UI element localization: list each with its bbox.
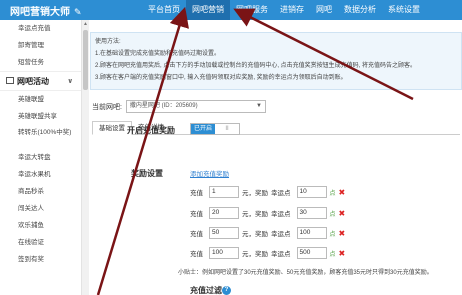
sidebar-item-spin[interactable]: 转转乐(100%中奖) bbox=[0, 125, 81, 149]
chevron-down-icon: ∨ bbox=[67, 78, 73, 85]
nav-analytics[interactable]: 数据分析 bbox=[338, 0, 382, 20]
yuan-reward-text: 元，奖励 bbox=[242, 231, 268, 238]
tab-basic-settings[interactable]: 基础设置 bbox=[92, 121, 132, 135]
sidebar-item-lol[interactable]: 英雄联盟 bbox=[0, 91, 81, 108]
pencil-icon[interactable]: ✎ bbox=[74, 7, 82, 18]
points-unit: 点 bbox=[329, 211, 336, 218]
help-icon[interactable]: ? bbox=[222, 286, 231, 295]
recharge-amount-input[interactable]: 100 bbox=[209, 247, 239, 259]
recharge-amount-input[interactable]: 20 bbox=[209, 207, 239, 219]
delete-icon[interactable]: ✖ bbox=[339, 188, 346, 197]
sidebar-item-consignment[interactable]: 卸寄管理 bbox=[0, 37, 81, 54]
current-netcafe-label: 当前网吧: bbox=[92, 103, 122, 111]
help-line: 使用方法: bbox=[95, 39, 121, 45]
sidebar-item-fishing[interactable]: 欢乐捕鱼 bbox=[0, 217, 81, 234]
toggle-off-state[interactable]: II bbox=[215, 124, 239, 134]
add-recharge-reward-link[interactable]: 添加充值奖励 bbox=[190, 168, 229, 178]
tip-text: 小贴士：例如网吧设置了30元充值奖励、50元充值奖励，顾客充值35元时只得到30… bbox=[178, 270, 433, 276]
lucky-points-text: 幸运点 bbox=[271, 231, 291, 238]
nav-marketing[interactable]: 网吧营销 bbox=[186, 0, 230, 20]
brand-name: 网吧营销大师 bbox=[10, 7, 70, 18]
current-netcafe-select[interactable]: 撒内星网吧 (ID：205609) ▼ bbox=[125, 100, 266, 113]
sidebar-group-label: 网吧活动 bbox=[17, 77, 49, 86]
recharge-text: 充值 bbox=[190, 190, 203, 197]
sidebar-item-wheel[interactable]: 幸运大转盘 bbox=[0, 149, 81, 166]
lucky-points-text: 幸运点 bbox=[271, 190, 291, 197]
recharge-text: 充值 bbox=[190, 231, 203, 238]
yuan-reward-text: 元，奖励 bbox=[242, 251, 268, 258]
points-unit: 点 bbox=[329, 251, 336, 258]
usage-help-box: 使用方法: 1.在基础设置完成充值奖励和充值码过期设置。 2.顾客在网吧充值用奖… bbox=[90, 32, 462, 90]
nav-settings[interactable]: 系统设置 bbox=[382, 0, 426, 20]
reward-row: 充值 50 元，奖励 幸运点 100 点 ✖ bbox=[190, 227, 345, 239]
reward-row: 充值 20 元，奖励 幸运点 30 点 ✖ bbox=[190, 207, 345, 219]
lucky-points-input[interactable]: 30 bbox=[296, 207, 327, 219]
yuan-reward-text: 元，奖励 bbox=[242, 190, 268, 197]
toggle-on-state[interactable]: 已开启 bbox=[191, 124, 215, 134]
gamepad-icon bbox=[6, 77, 14, 85]
yuan-reward-text: 元，奖励 bbox=[242, 211, 268, 218]
delete-icon[interactable]: ✖ bbox=[339, 209, 346, 218]
sidebar-item-lucky-recharge[interactable]: 幸运点充值 bbox=[0, 20, 81, 37]
lucky-points-input[interactable]: 10 bbox=[296, 186, 327, 198]
sidebar: 幸运点充值 卸寄管理 短营任务 网吧活动 ∨ 英雄联盟 英雄联盟共享 转转乐(1… bbox=[0, 20, 82, 295]
top-navigation-bar: 网吧营销大师 ✎ 平台首页 网吧营销 网吧服务 进销存 网吧 数据分析 系统设置 bbox=[0, 0, 462, 20]
recharge-amount-input[interactable]: 1 bbox=[209, 186, 239, 198]
help-line: 2.顾客在网吧充值用奖后, 点击下方的手动加载或控制台的充值码中心, 点击充值奖… bbox=[95, 63, 417, 69]
recharge-filter-label: 充值过滤 bbox=[190, 286, 222, 295]
reward-settings-label: 奖励设置 bbox=[131, 169, 163, 178]
enable-reward-toggle[interactable]: 已开启 II bbox=[190, 123, 240, 135]
sidebar-item-online-verify[interactable]: 在线验证 bbox=[0, 234, 81, 251]
sidebar-item-tasks[interactable]: 短营任务 bbox=[0, 54, 81, 71]
sidebar-item-checkin[interactable]: 签到有奖 bbox=[0, 251, 81, 268]
sidebar-group-activities[interactable]: 网吧活动 ∨ bbox=[0, 71, 81, 91]
current-netcafe-row: 当前网吧: 撒内星网吧 (ID：205609) ▼ bbox=[92, 100, 266, 113]
lucky-points-input[interactable]: 500 bbox=[296, 247, 327, 259]
sidebar-item-flash-sale[interactable]: 商品秒杀 bbox=[0, 183, 81, 200]
brand-title: 网吧营销大师 ✎ bbox=[10, 3, 82, 18]
nav-inventory[interactable]: 进销存 bbox=[274, 0, 310, 20]
current-netcafe-value: 撒内星网吧 (ID：205609) bbox=[129, 103, 198, 109]
lucky-points-text: 幸运点 bbox=[271, 211, 291, 218]
sidebar-scrollbar[interactable]: ▲ bbox=[82, 20, 89, 295]
help-line: 1.在基础设置完成充值奖励和充值码过期设置。 bbox=[95, 51, 221, 57]
recharge-text: 充值 bbox=[190, 211, 203, 218]
help-line: 3.顾客在客户端的充值奖励窗口中, 输入充值码领取对应奖励, 奖励的幸运点为领取… bbox=[95, 75, 347, 81]
enable-recharge-reward-label: 开启充值奖励 bbox=[127, 126, 175, 135]
sidebar-item-lol-shared[interactable]: 英雄联盟共享 bbox=[0, 108, 81, 125]
nav-home[interactable]: 平台首页 bbox=[142, 0, 186, 20]
chevron-down-icon: ▼ bbox=[255, 103, 262, 109]
lucky-points-input[interactable]: 100 bbox=[296, 227, 327, 239]
delete-icon[interactable]: ✖ bbox=[339, 249, 346, 258]
reward-row: 充值 1 元，奖励 幸运点 10 点 ✖ bbox=[190, 186, 345, 198]
nav-netcafe[interactable]: 网吧 bbox=[310, 0, 338, 20]
nav-services[interactable]: 网吧服务 bbox=[230, 0, 274, 20]
lucky-points-text: 幸运点 bbox=[271, 251, 291, 258]
delete-icon[interactable]: ✖ bbox=[339, 229, 346, 238]
scrollbar-thumb[interactable] bbox=[83, 30, 88, 90]
sidebar-item-challenge[interactable]: 闯关达人 bbox=[0, 200, 81, 217]
recharge-text: 充值 bbox=[190, 251, 203, 258]
sidebar-item-fruit-machine[interactable]: 幸运水果机 bbox=[0, 166, 81, 183]
points-unit: 点 bbox=[329, 231, 336, 238]
main-nav: 平台首页 网吧营销 网吧服务 进销存 网吧 数据分析 系统设置 bbox=[142, 0, 426, 20]
reward-row: 充值 100 元，奖励 幸运点 500 点 ✖ bbox=[190, 247, 345, 259]
points-unit: 点 bbox=[329, 190, 336, 197]
scroll-up-icon[interactable]: ▲ bbox=[83, 21, 88, 27]
recharge-amount-input[interactable]: 50 bbox=[209, 227, 239, 239]
